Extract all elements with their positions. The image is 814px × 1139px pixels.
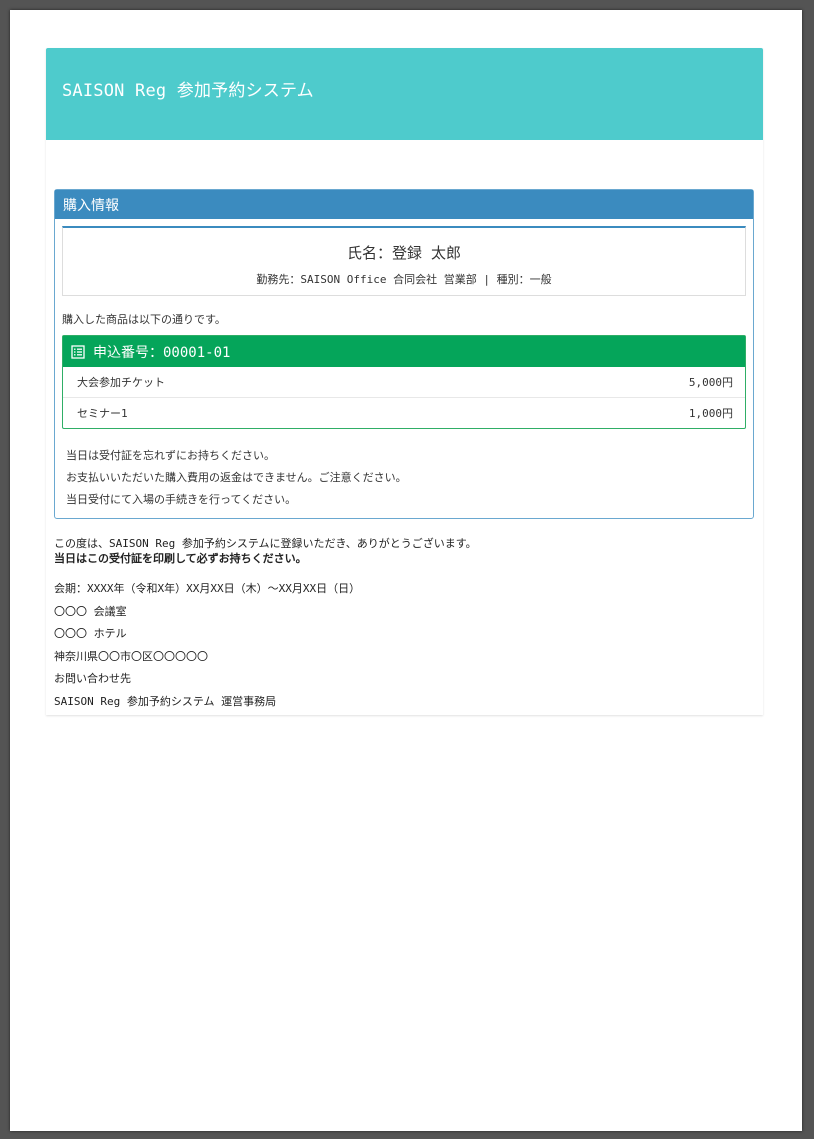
order-item-name: 大会参加チケット xyxy=(77,376,165,389)
person-card: 氏名：登録 太郎 勤務先：SAISON Office 合同会社 営業部 | 種別… xyxy=(62,226,746,296)
panel-title: 購入情報 xyxy=(55,190,753,219)
print-page: SAISON Reg 参加予約システム 購入情報 氏名：登録 太郎 勤務先：SA… xyxy=(10,10,802,1131)
venue-line: 〇〇〇 ホテル xyxy=(54,627,127,641)
order-header: 申込番号：00001-01 xyxy=(63,336,745,367)
header-bar: SAISON Reg 参加予約システム xyxy=(46,48,763,140)
order-box: 申込番号：00001-01 大会参加チケット 5,000円 セミナー1 1,00… xyxy=(62,335,746,429)
venue-line: 〇〇〇 会議室 xyxy=(54,604,127,618)
note-item: お支払いいただいた購入費用の返金はできません。ご注意ください。 xyxy=(66,471,407,484)
order-item-name: セミナー1 xyxy=(77,407,128,420)
event-info: 会期：XXXX年（令和X年）XX月XX日（木）〜XX月XX日（日） 〇〇〇 会議… xyxy=(54,581,360,717)
person-meta: 勤務先：SAISON Office 合同会社 営業部 | 種別：一般 xyxy=(256,273,552,286)
order-item-price: 5,000円 xyxy=(688,376,733,389)
purchase-intro: 購入した商品は以下の通りです。 xyxy=(62,313,226,326)
header-title: SAISON Reg 参加予約システム xyxy=(62,80,314,101)
order-item: 大会参加チケット 5,000円 xyxy=(63,367,745,397)
print-reminder: 当日はこの受付証を印刷して必ずお持ちください。 xyxy=(54,552,307,565)
note-item: 当日は受付証を忘れずにお持ちください。 xyxy=(66,449,275,462)
order-item-price: 1,000円 xyxy=(688,407,733,420)
contact-name: SAISON Reg 参加予約システム 運営事務局 xyxy=(54,694,277,708)
order-number: 申込番号：00001-01 xyxy=(93,344,231,361)
venue-address: 神奈川県〇〇市〇区〇〇〇〇〇 xyxy=(54,649,208,663)
thanks-message: この度は、SAISON Reg 参加予約システムに登録いただき、ありがとうござい… xyxy=(54,536,477,566)
receipt-sheet: SAISON Reg 参加予約システム 購入情報 氏名：登録 太郎 勤務先：SA… xyxy=(46,48,763,715)
event-dates: 会期：XXXX年（令和X年）XX月XX日（木）〜XX月XX日（日） xyxy=(54,582,361,595)
list-icon xyxy=(71,344,85,359)
note-item: 当日受付にて入場の手続きを行ってください。 xyxy=(66,493,297,506)
order-item: セミナー1 1,000円 xyxy=(63,397,745,428)
notes-list: 当日は受付証を忘れずにお持ちください。 お支払いいただいた購入費用の返金はできま… xyxy=(66,445,753,511)
thanks-line: この度は、SAISON Reg 参加予約システムに登録いただき、ありがとうござい… xyxy=(54,537,477,550)
purchase-info-panel: 購入情報 氏名：登録 太郎 勤務先：SAISON Office 合同会社 営業部… xyxy=(54,189,754,519)
person-name: 氏名：登録 太郎 xyxy=(346,244,462,262)
contact-label: お問い合わせ先 xyxy=(54,672,131,686)
